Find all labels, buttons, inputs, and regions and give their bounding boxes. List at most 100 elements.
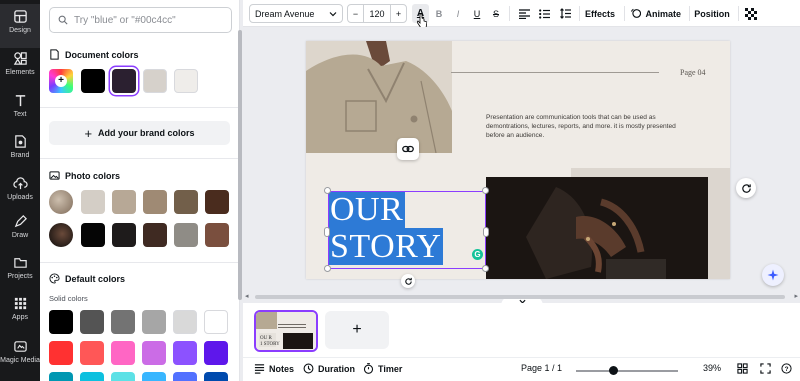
transparency-button[interactable]: [744, 4, 758, 23]
rail-item-text[interactable]: Text: [0, 88, 40, 132]
resize-handle[interactable]: [483, 227, 489, 237]
default-color-swatch[interactable]: [49, 310, 73, 334]
photo-color-swatch[interactable]: [205, 190, 229, 214]
default-color-swatch[interactable]: [80, 310, 104, 334]
document-color-swatch[interactable]: [81, 69, 105, 93]
help-button[interactable]: ?: [781, 363, 792, 374]
rail-item-draw[interactable]: Draw: [0, 209, 40, 253]
page-thumbnail[interactable]: OU R 1 STORY: [254, 310, 318, 352]
document-color-swatch[interactable]: [174, 69, 198, 93]
panel-scrollbar[interactable]: [238, 30, 242, 300]
refresh-button[interactable]: [736, 178, 756, 198]
rail-item-brand[interactable]: Brand: [0, 129, 40, 173]
photo-color-swatch[interactable]: [112, 223, 136, 247]
default-color-swatch[interactable]: [142, 341, 166, 365]
zoom-slider-handle[interactable]: [609, 366, 618, 375]
bold-button[interactable]: B: [432, 4, 446, 23]
document-color-swatch-selected[interactable]: [112, 69, 136, 93]
align-button[interactable]: [517, 4, 531, 23]
photo-color-swatch[interactable]: [174, 223, 198, 247]
photo-color-swatch[interactable]: [81, 190, 105, 214]
effects-button[interactable]: Effects: [585, 4, 615, 23]
page-number-label[interactable]: Page 04: [680, 68, 706, 77]
underline-button[interactable]: U: [470, 4, 484, 23]
italic-button[interactable]: I: [451, 4, 465, 23]
default-color-swatch[interactable]: [204, 310, 228, 334]
default-color-swatch[interactable]: [204, 341, 228, 365]
design-page[interactable]: Page 04 Presentation are communication t…: [306, 41, 730, 279]
link-button[interactable]: [397, 138, 419, 160]
position-button[interactable]: Position: [694, 4, 730, 23]
duration-button[interactable]: Duration: [303, 363, 355, 374]
add-page-button[interactable]: +: [325, 311, 389, 349]
scrollbar-thumb[interactable]: [255, 295, 785, 299]
rail-item-design[interactable]: Design: [0, 4, 40, 48]
default-color-swatch[interactable]: [142, 372, 166, 381]
notes-button[interactable]: Notes: [254, 363, 294, 374]
document-color-swatch[interactable]: [143, 69, 167, 93]
resize-handle[interactable]: [482, 265, 489, 272]
default-color-swatch[interactable]: [173, 372, 197, 381]
timer-button[interactable]: Timer: [363, 363, 402, 374]
photo-shirt-image[interactable]: [306, 41, 452, 153]
photo-color-swatch[interactable]: [143, 190, 167, 214]
default-color-swatch[interactable]: [111, 310, 135, 334]
photo-color-swatch[interactable]: [143, 223, 167, 247]
default-color-swatch[interactable]: [142, 310, 166, 334]
increase-font-size-button[interactable]: +: [390, 5, 406, 22]
rail-item-magic-media[interactable]: Magic Media: [0, 334, 40, 378]
resize-handle[interactable]: [324, 265, 331, 272]
list-button[interactable]: [537, 4, 551, 23]
strikethrough-button[interactable]: S: [489, 4, 503, 23]
color-panel: Document colors + + Add your brand color…: [40, 0, 240, 381]
add-brand-colors-button[interactable]: + Add your brand colors: [49, 121, 230, 145]
rail-item-projects[interactable]: Projects: [0, 250, 40, 294]
decrease-font-size-button[interactable]: −: [348, 5, 364, 22]
photo-hands-image[interactable]: [486, 177, 708, 279]
default-color-swatch[interactable]: [173, 310, 197, 334]
default-color-swatch[interactable]: [111, 372, 135, 381]
rail-item-elements[interactable]: Elements: [0, 46, 40, 90]
default-color-swatch[interactable]: [49, 341, 73, 365]
scroll-left-icon[interactable]: ◂: [245, 292, 249, 300]
photo-thumbnail[interactable]: [49, 223, 73, 247]
photo-thumbnail[interactable]: [49, 190, 73, 214]
zoom-level[interactable]: 39%: [703, 363, 721, 373]
resize-handle[interactable]: [324, 227, 330, 237]
duration-label: Duration: [318, 363, 355, 374]
default-color-swatch[interactable]: [80, 341, 104, 365]
fullscreen-button[interactable]: [760, 363, 771, 374]
rail-item-apps[interactable]: Apps: [0, 291, 40, 335]
add-color-swatch[interactable]: +: [49, 69, 73, 93]
resize-handle[interactable]: [324, 187, 331, 194]
photo-color-swatch[interactable]: [174, 190, 198, 214]
animate-button[interactable]: Animate: [631, 4, 681, 23]
spacing-button[interactable]: [558, 4, 572, 23]
grammarly-icon[interactable]: G: [472, 249, 483, 260]
description-text[interactable]: Presentation are communication tools tha…: [486, 113, 696, 140]
color-search[interactable]: [49, 7, 232, 33]
timer-icon: [363, 363, 374, 374]
color-search-input[interactable]: [74, 14, 224, 26]
default-color-swatch[interactable]: [111, 341, 135, 365]
horizontal-scrollbar[interactable]: ◂ ▸: [243, 292, 800, 302]
grid-view-button[interactable]: [737, 363, 748, 374]
default-color-swatch[interactable]: [173, 341, 197, 365]
photo-color-swatch[interactable]: [81, 223, 105, 247]
photo-color-swatch[interactable]: [205, 223, 229, 247]
rotate-button[interactable]: [401, 274, 415, 288]
magic-media-icon: [13, 341, 27, 352]
resize-handle[interactable]: [482, 187, 489, 194]
photo-color-swatch[interactable]: [112, 190, 136, 214]
default-color-swatch[interactable]: [49, 372, 73, 381]
scroll-right-icon[interactable]: ▸: [794, 292, 798, 300]
rail-label: Elements: [5, 69, 35, 76]
magic-assistant-button[interactable]: [762, 264, 784, 286]
font-size-value[interactable]: 120: [364, 9, 390, 19]
default-color-swatch[interactable]: [80, 372, 104, 381]
line-spacing-icon: [559, 8, 571, 19]
page-indicator[interactable]: Page 1 / 1: [521, 363, 562, 373]
default-color-swatch[interactable]: [204, 372, 228, 381]
font-family-dropdown[interactable]: Dream Avenue: [249, 4, 343, 23]
zoom-slider[interactable]: [576, 370, 678, 372]
